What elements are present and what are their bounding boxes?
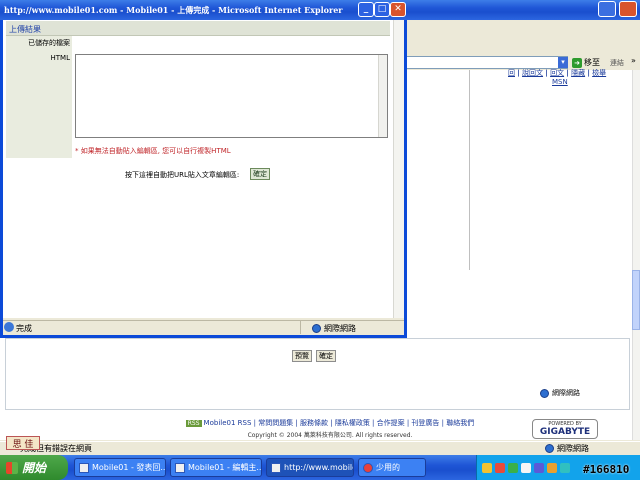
post-link-sep: | <box>566 69 569 77</box>
background-statusbar <box>0 441 640 455</box>
tray-icon[interactable] <box>560 462 570 473</box>
post-link-report[interactable]: 檢舉 <box>592 69 606 77</box>
ie-window-icon <box>79 462 89 473</box>
popup-minimize-button[interactable]: _ <box>358 2 374 17</box>
ie-window-icon <box>175 462 185 473</box>
background-content-panel <box>406 70 470 270</box>
background-close-button[interactable] <box>619 1 637 17</box>
background-zone-status: 網際網路 <box>545 443 589 454</box>
ie-window-icon <box>271 462 281 473</box>
post-link-reply-quote[interactable]: 說回文 <box>522 69 543 77</box>
address-dropdown-icon[interactable]: ▾ <box>558 57 568 68</box>
tray-icon[interactable] <box>534 462 544 473</box>
tray-icon[interactable] <box>482 462 492 473</box>
background-toolbar <box>406 20 640 58</box>
start-button[interactable]: 開始 <box>0 455 68 480</box>
preview-button[interactable]: 預覽 <box>292 350 312 362</box>
go-label: 移至 <box>584 58 600 67</box>
popup-close-button[interactable]: ✕ <box>390 2 406 17</box>
taskbar-item-popup-active[interactable]: http://www.mobile01... <box>266 458 354 477</box>
popup-scrollbar[interactable] <box>393 20 404 318</box>
taskbar-item-mobile01-reply[interactable]: Mobile01 - 發表回... <box>74 458 166 477</box>
msn-link[interactable]: MSN <box>552 78 568 86</box>
popup-status-text: 完成 <box>16 324 32 333</box>
app-icon <box>363 462 373 473</box>
footer-links: RSS Mobile01 RSS | 常問問題集 | 服務條款 | 隱私權政策 … <box>160 418 500 428</box>
post-link-sep: | <box>587 69 590 77</box>
post-link-0[interactable]: 回 <box>508 69 515 77</box>
copyright-text: Copyright © 2004 萬萊科技有限公司. All rights re… <box>247 432 413 439</box>
post-action-links: 回 | 說回文 | 回文 | 隱藏 | 檢舉 <box>508 68 606 78</box>
tray-icon[interactable] <box>521 462 531 473</box>
footer-link-list[interactable]: Mobile01 RSS | 常問問題集 | 服務條款 | 隱私權政策 | 合作… <box>204 418 475 428</box>
go-arrow-icon: ➜ <box>572 57 582 68</box>
upload-result-header: 上傳結果 <box>6 21 390 36</box>
editor-frame <box>5 338 630 410</box>
task-label: Mobile01 - 發表回... <box>92 463 166 472</box>
post-link-hide[interactable]: 隱藏 <box>571 69 585 77</box>
html-textarea[interactable] <box>75 54 388 138</box>
tray-icon[interactable] <box>508 462 518 473</box>
task-label: 少用的 <box>376 463 400 472</box>
links-label[interactable]: 連結 <box>610 58 624 68</box>
frame-zone-text: 網際網路 <box>552 389 580 397</box>
popup-title: http://www.mobile01.com - Mobile01 - 上傳完… <box>4 4 343 15</box>
post-link-reply[interactable]: 回文 <box>550 69 564 77</box>
taskbar-item-mobile01-edit[interactable]: Mobile01 - 編輯主... <box>170 458 262 477</box>
textarea-scrollbar[interactable] <box>378 55 387 137</box>
gigabyte-logo[interactable]: POWERED BY GIGABYTE <box>532 419 598 439</box>
popup-zone-status: 網際網路 <box>312 323 356 334</box>
task-label: http://www.mobile01... <box>284 463 353 472</box>
popup-maximize-button[interactable]: □ <box>374 2 390 17</box>
tray-icon[interactable] <box>495 462 505 473</box>
task-label: Mobile01 - 編輯主... <box>188 463 262 472</box>
frame-zone-status: 網際網路 <box>540 388 580 398</box>
copy-warning-text: * 如果無法自動貼入編輯區, 您可以自行複製HTML <box>75 147 231 155</box>
gigabyte-name: GIGABYTE <box>539 427 591 437</box>
globe-icon <box>312 324 321 333</box>
globe-icon <box>540 388 549 398</box>
status-divider <box>300 321 301 334</box>
background-scrollbar[interactable] <box>632 70 640 440</box>
paste-ok-button[interactable]: 確定 <box>250 168 270 180</box>
popup-zone-text: 網際網路 <box>324 324 356 333</box>
paste-prompt-text: 按下這裡自動把URL貼入文章編輯區: <box>125 171 240 179</box>
side-tab[interactable]: 思 佳 <box>6 436 40 450</box>
confirm-button[interactable]: 確定 <box>316 350 336 362</box>
background-minimize-button[interactable] <box>598 1 616 17</box>
globe-icon <box>545 444 554 453</box>
post-link-sep: | <box>517 69 520 77</box>
post-link-sep: | <box>545 69 548 77</box>
saved-file-label: 已儲存的檔案 <box>28 39 70 47</box>
windows-logo-icon <box>6 461 18 474</box>
page-done-icon <box>4 322 14 332</box>
tray-icon[interactable] <box>547 462 557 473</box>
taskbar-item-rarely-used[interactable]: 少用的 <box>358 458 426 477</box>
rss-icon[interactable]: RSS <box>185 419 202 427</box>
background-zone-text: 網際網路 <box>557 444 589 453</box>
background-scroll-thumb[interactable] <box>632 270 640 330</box>
start-label: 開始 <box>22 461 47 475</box>
html-label: HTML <box>50 54 70 62</box>
watermark-id: #166810 <box>583 463 630 476</box>
toolbar-chevron-icon[interactable]: » <box>631 56 636 65</box>
site-footer: RSS Mobile01 RSS | 常問問題集 | 服務條款 | 隱私權政策 … <box>160 418 500 439</box>
popup-titlebar[interactable]: http://www.mobile01.com - Mobile01 - 上傳完… <box>0 0 407 20</box>
